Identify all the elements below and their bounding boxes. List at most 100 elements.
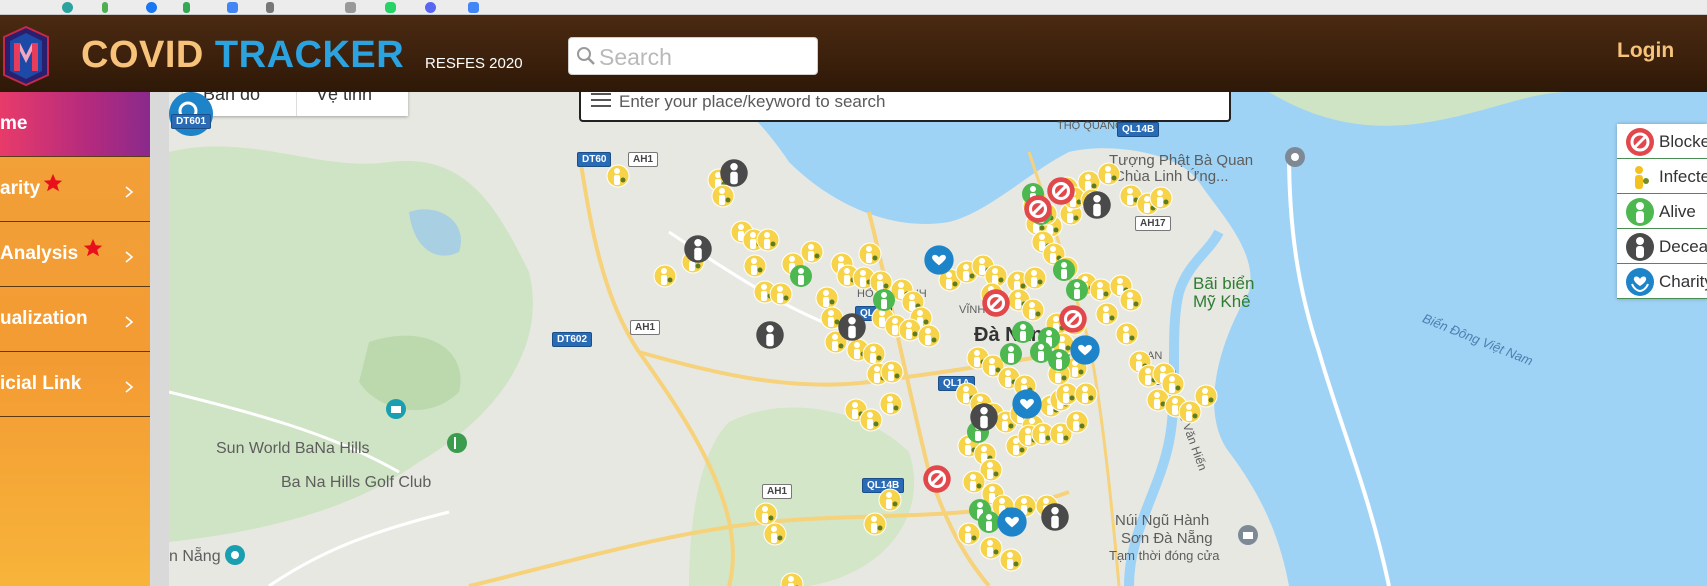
- temple-pin-icon[interactable]: [1284, 146, 1306, 168]
- infected-marker-icon[interactable]: [1149, 186, 1173, 210]
- alive-marker-icon[interactable]: [1047, 348, 1071, 372]
- legend-label: Alive: [1659, 202, 1696, 221]
- alive-marker-icon[interactable]: [1052, 258, 1076, 282]
- map-label-golf: Ba Na Hills Golf Club: [281, 474, 432, 491]
- legend-item-blocked[interactable]: Blocked: [1617, 124, 1707, 159]
- charity-marker-icon[interactable]: [1011, 388, 1043, 420]
- charity-marker-icon[interactable]: [1069, 334, 1101, 366]
- road-shield: AH1: [630, 320, 661, 335]
- app-header: COVID TRACKER RESFES 2020 Login: [0, 15, 1707, 92]
- infected-icon: [1626, 163, 1654, 191]
- deceased-marker-icon[interactable]: [1082, 190, 1112, 220]
- tab-satellite[interactable]: Vệ tinh: [316, 92, 372, 105]
- bookmark-icon[interactable]: [425, 2, 436, 13]
- infected-marker-icon[interactable]: [780, 572, 804, 586]
- infected-marker-icon[interactable]: [863, 512, 887, 536]
- charity-icon: [1626, 268, 1654, 296]
- infected-marker-icon[interactable]: [606, 164, 630, 188]
- camera-pin-icon[interactable]: [1237, 524, 1259, 546]
- legend-item-charity[interactable]: Charity: [1617, 264, 1707, 299]
- header-search[interactable]: [568, 37, 818, 75]
- map-label-beach: Bãi biển: [1193, 274, 1255, 293]
- map-label-tam-thoi: Tạm thời đóng cửa: [1109, 548, 1220, 563]
- infected-marker-icon[interactable]: [1097, 162, 1121, 186]
- infected-marker-icon[interactable]: [1194, 384, 1218, 408]
- legend-label: Infected: [1659, 167, 1707, 186]
- blocked-marker-icon[interactable]: [981, 288, 1011, 318]
- map-search-bar[interactable]: [579, 92, 1231, 122]
- star-icon: [83, 238, 103, 257]
- bookmark-icon[interactable]: [102, 2, 108, 13]
- login-button[interactable]: Login: [1617, 39, 1674, 63]
- sidebar-item-label: icial Link: [0, 373, 82, 394]
- legend-item-alive[interactable]: Alive: [1617, 194, 1707, 229]
- bookmark-icon[interactable]: [385, 2, 396, 13]
- divider: [296, 92, 297, 116]
- infected-marker-icon[interactable]: [858, 242, 882, 266]
- browser-bookmark-bar: [0, 0, 1707, 15]
- bookmark-icon[interactable]: [345, 2, 356, 13]
- deceased-marker-icon[interactable]: [719, 158, 749, 188]
- infected-marker-icon[interactable]: [1021, 298, 1045, 322]
- infected-marker-icon[interactable]: [859, 408, 883, 432]
- camera-pin-icon[interactable]: [385, 398, 407, 420]
- infected-marker-icon[interactable]: [917, 324, 941, 348]
- deceased-marker-icon[interactable]: [755, 320, 785, 350]
- alive-marker-icon[interactable]: [999, 342, 1023, 366]
- infected-marker-icon[interactable]: [1074, 382, 1098, 406]
- road-shield: AH1: [628, 152, 659, 167]
- infected-marker-icon[interactable]: [1065, 410, 1089, 434]
- sidebar-item-label: Analysis: [0, 243, 79, 264]
- infected-marker-icon[interactable]: [743, 254, 767, 278]
- app-logo-icon[interactable]: [0, 23, 52, 87]
- infected-marker-icon[interactable]: [1115, 322, 1139, 346]
- infected-marker-icon[interactable]: [880, 360, 904, 384]
- infected-marker-icon[interactable]: [763, 522, 787, 546]
- legend-label: Deceased: [1659, 237, 1707, 256]
- deceased-marker-icon[interactable]: [969, 402, 999, 432]
- map-view[interactable]: Bản đồ Vệ tinh THỌ QUANG Tượng Phật Bà Q…: [169, 92, 1707, 586]
- map-label-beach-2: Mỹ Khê: [1193, 292, 1251, 311]
- menu-icon[interactable]: [591, 92, 611, 108]
- sidebar-item-official-link[interactable]: icial Link: [0, 352, 150, 417]
- sidebar-divider: [150, 92, 169, 586]
- map-label-sun-world: Sun World BaNa Hills: [216, 440, 370, 457]
- infected-marker-icon[interactable]: [756, 228, 780, 252]
- legend-item-infected[interactable]: Infected: [1617, 159, 1707, 194]
- sidebar-item-charity[interactable]: arity: [0, 157, 150, 222]
- deceased-marker-icon[interactable]: [1040, 502, 1070, 532]
- infected-marker-icon[interactable]: [653, 264, 677, 288]
- infected-marker-icon[interactable]: [1023, 266, 1047, 290]
- header-search-input[interactable]: [599, 42, 811, 72]
- map-search-input[interactable]: [619, 92, 1219, 114]
- deceased-marker-icon[interactable]: [683, 234, 713, 264]
- blocked-marker-icon[interactable]: [1058, 304, 1088, 334]
- blocked-marker-icon[interactable]: [922, 464, 952, 494]
- bookmark-icon[interactable]: [266, 2, 274, 13]
- sidebar-item-analysis[interactable]: Analysis: [0, 222, 150, 287]
- alive-marker-icon[interactable]: [789, 264, 813, 288]
- map-label-pagoda-2: Chùa Linh Ứng...: [1114, 168, 1229, 185]
- bookmark-icon[interactable]: [183, 2, 190, 13]
- sidebar-item-visualization[interactable]: ualization: [0, 287, 150, 352]
- infected-marker-icon[interactable]: [1119, 288, 1143, 312]
- road-shield: DT602: [552, 332, 593, 347]
- infected-marker-icon[interactable]: [999, 548, 1023, 572]
- charity-marker-icon[interactable]: [923, 244, 955, 276]
- sidebar-nav: me arity Analysis ualization icial Link: [0, 92, 150, 586]
- golf-pin-icon[interactable]: [446, 432, 468, 454]
- monument-pin-icon[interactable]: [224, 544, 246, 566]
- legend-item-deceased[interactable]: Deceased: [1617, 229, 1707, 264]
- deceased-marker-icon[interactable]: [837, 312, 867, 342]
- bookmark-icon[interactable]: [146, 2, 157, 13]
- alive-marker-icon[interactable]: [872, 288, 896, 312]
- tab-map[interactable]: Bản đồ: [203, 92, 260, 105]
- infected-marker-icon[interactable]: [878, 488, 902, 512]
- blocked-marker-icon[interactable]: [1046, 176, 1076, 206]
- bookmark-icon[interactable]: [227, 2, 238, 13]
- bookmark-icon[interactable]: [62, 2, 73, 13]
- charity-marker-icon[interactable]: [996, 506, 1028, 538]
- bookmark-icon[interactable]: [468, 2, 479, 13]
- sidebar-item-home[interactable]: me: [0, 92, 150, 157]
- road-shield: DT601: [171, 114, 212, 129]
